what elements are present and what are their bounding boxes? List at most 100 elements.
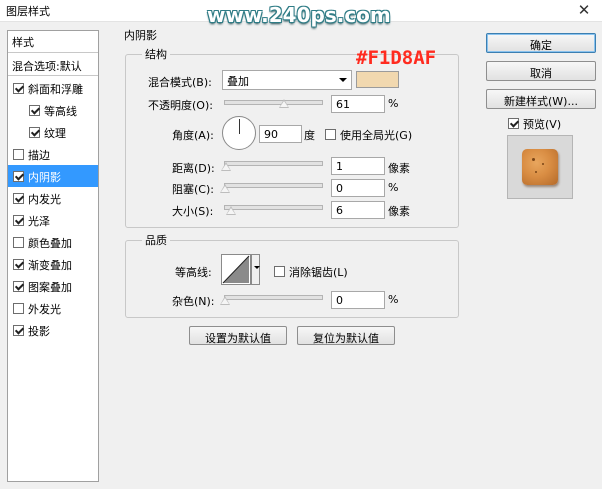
noise-slider[interactable] [224, 295, 323, 300]
style-item[interactable]: 内发光 [8, 187, 98, 209]
checkbox-icon[interactable] [13, 281, 24, 292]
style-item-label: 投影 [28, 325, 50, 338]
choke-unit: % [388, 181, 399, 194]
opacity-unit: % [388, 97, 399, 110]
angle-input[interactable]: 90 [259, 125, 302, 143]
checkbox-icon[interactable] [508, 118, 519, 129]
style-item[interactable]: 颜色叠加 [8, 231, 98, 253]
style-item-label: 内阴影 [28, 171, 61, 184]
quality-title: 品质 [142, 232, 170, 248]
blend-options-item[interactable]: 混合选项:默认 [8, 54, 98, 76]
checkbox-icon[interactable] [13, 325, 24, 336]
distance-slider-thumb[interactable] [221, 162, 231, 171]
checkbox-icon[interactable] [274, 266, 285, 277]
style-item[interactable]: 斜面和浮雕 [8, 77, 98, 99]
style-item-label: 图案叠加 [28, 281, 72, 294]
noise-slider-thumb[interactable] [220, 296, 230, 305]
checkbox-icon[interactable] [13, 215, 24, 226]
checkbox-icon[interactable] [13, 259, 24, 270]
angle-unit: 度 [304, 129, 315, 142]
shadow-color-swatch[interactable] [356, 71, 399, 88]
preview-checkbox[interactable]: 预览(V) [508, 116, 561, 132]
style-item[interactable]: 纹理 [8, 121, 98, 143]
distance-slider[interactable] [224, 161, 323, 166]
global-light-checkbox[interactable]: 使用全局光(G) [325, 127, 412, 143]
style-item-label: 颜色叠加 [28, 237, 72, 250]
checkbox-icon[interactable] [13, 237, 24, 248]
checkbox-icon[interactable] [13, 83, 24, 94]
noise-input[interactable]: 0 [331, 291, 385, 309]
opacity-label: 不透明度(O): [148, 99, 213, 112]
distance-label: 距离(D): [172, 162, 215, 175]
angle-needle [239, 119, 240, 134]
antialias-label: 消除锯齿(L) [289, 266, 348, 279]
style-item[interactable]: 内阴影 [8, 165, 98, 187]
style-item[interactable]: 投影 [8, 319, 98, 341]
style-item[interactable]: 光泽 [8, 209, 98, 231]
size-label: 大小(S): [172, 205, 214, 218]
cookie-preview-image [522, 149, 558, 185]
structure-title: 结构 [142, 46, 170, 62]
style-item[interactable]: 等高线 [8, 99, 98, 121]
contour-curve-icon [222, 255, 250, 284]
checkbox-icon[interactable] [13, 171, 24, 182]
styles-list: 样式 混合选项:默认 斜面和浮雕等高线纹理描边内阴影内发光光泽颜色叠加渐变叠加图… [7, 30, 99, 482]
opacity-slider[interactable] [224, 100, 323, 105]
new-style-button[interactable]: 新建样式(W)... [486, 89, 596, 109]
color-code-annotation: #F1D8AF [356, 47, 437, 69]
distance-input[interactable]: 1 [331, 157, 385, 175]
close-icon[interactable]: ✕ [570, 2, 598, 19]
angle-dial[interactable] [222, 116, 256, 150]
blend-mode-value: 叠加 [227, 75, 249, 88]
checkbox-icon[interactable] [29, 127, 40, 138]
checkbox-icon[interactable] [325, 129, 336, 140]
style-item-label: 描边 [28, 149, 50, 162]
antialias-checkbox[interactable]: 消除锯齿(L) [274, 264, 348, 280]
styles-header[interactable]: 样式 [8, 31, 98, 53]
chevron-down-icon [339, 78, 347, 82]
checkbox-icon[interactable] [13, 303, 24, 314]
reset-default-button[interactable]: 复位为默认值 [297, 326, 395, 345]
angle-label: 角度(A): [172, 129, 214, 142]
ok-button[interactable]: 确定 [486, 33, 596, 53]
preview-thumbnail [507, 135, 573, 199]
checkbox-icon[interactable] [13, 149, 24, 160]
style-item-label: 等高线 [44, 105, 77, 118]
watermark: www.240ps.com [207, 3, 391, 27]
style-item[interactable]: 外发光 [8, 297, 98, 319]
style-item-label: 光泽 [28, 215, 50, 228]
opacity-slider-thumb[interactable] [279, 99, 290, 108]
style-item[interactable]: 渐变叠加 [8, 253, 98, 275]
choke-slider[interactable] [224, 183, 323, 188]
style-item-label: 内发光 [28, 193, 61, 206]
style-item-label: 外发光 [28, 303, 61, 316]
choke-slider-thumb[interactable] [220, 184, 230, 193]
blend-mode-select[interactable]: 叠加 [222, 70, 352, 90]
noise-label: 杂色(N): [172, 295, 215, 308]
cancel-button[interactable]: 取消 [486, 61, 596, 81]
noise-unit: % [388, 293, 399, 306]
chevron-down-icon [254, 266, 260, 269]
size-slider[interactable] [224, 205, 323, 210]
global-light-label: 使用全局光(G) [340, 129, 413, 142]
contour-picker[interactable] [221, 254, 251, 285]
size-slider-thumb[interactable] [226, 206, 236, 215]
preview-label: 预览(V) [523, 118, 562, 131]
window-title: 图层样式 [6, 5, 50, 18]
style-item[interactable]: 图案叠加 [8, 275, 98, 297]
checkbox-icon[interactable] [13, 193, 24, 204]
blend-mode-label: 混合模式(B): [148, 76, 212, 89]
style-item-label: 斜面和浮雕 [28, 83, 83, 96]
size-unit: 像素 [388, 205, 410, 218]
contour-dropdown[interactable] [251, 254, 260, 285]
distance-unit: 像素 [388, 162, 410, 175]
section-title: 内阴影 [121, 27, 160, 43]
choke-input[interactable]: 0 [331, 179, 385, 197]
choke-label: 阻塞(C): [172, 183, 214, 196]
checkbox-icon[interactable] [29, 105, 40, 116]
size-input[interactable]: 6 [331, 201, 385, 219]
style-item[interactable]: 描边 [8, 143, 98, 165]
opacity-input[interactable]: 61 [331, 95, 385, 113]
style-item-label: 纹理 [44, 127, 66, 140]
make-default-button[interactable]: 设置为默认值 [189, 326, 287, 345]
